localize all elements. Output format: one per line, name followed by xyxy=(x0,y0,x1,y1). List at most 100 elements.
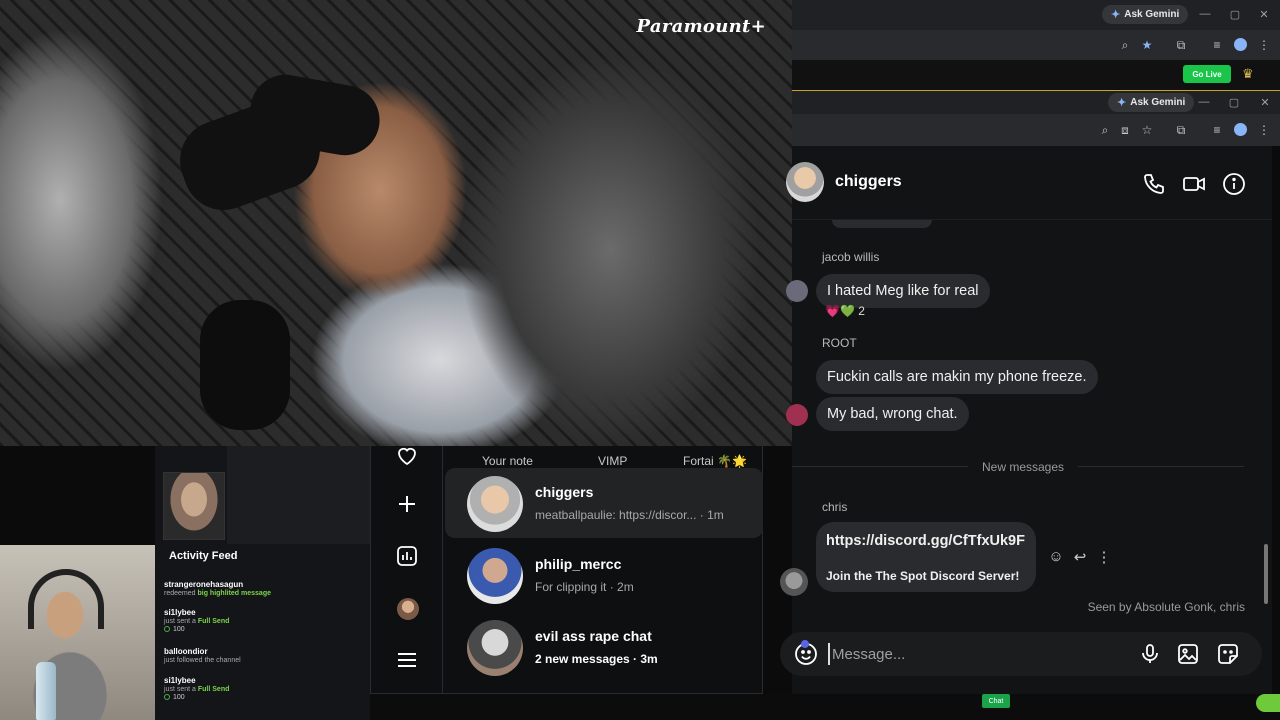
note-label[interactable]: VIMP xyxy=(598,454,627,468)
note-label[interactable]: Fortai 🌴🌟 xyxy=(683,454,747,468)
message-bubble[interactable]: Fuckin calls are makin my phone freeze. xyxy=(816,360,1098,394)
reply-icon[interactable]: ↩ xyxy=(1071,548,1089,566)
minimize-icon[interactable]: — xyxy=(1196,96,1212,108)
feed-action: just sent a xyxy=(164,686,196,693)
message-input[interactable] xyxy=(828,643,1128,665)
chat-tab[interactable]: Chat xyxy=(982,694,1010,708)
inbox-panel: Your note VIMP Fortai 🌴🌟 chiggers meatba… xyxy=(370,444,809,694)
maximize-icon[interactable]: ▢ xyxy=(1227,8,1243,21)
plus-icon[interactable] xyxy=(395,492,419,516)
extensions-icon[interactable]: ⧉ xyxy=(1174,38,1188,52)
contact-avatar[interactable] xyxy=(786,162,824,202)
contact-name[interactable]: chiggers xyxy=(835,173,902,191)
more-options-icon[interactable]: ⋮ xyxy=(1095,548,1113,566)
feed-user: si1lybee xyxy=(164,608,196,617)
react-emoji-icon[interactable]: ☺ xyxy=(1047,548,1065,566)
note-label[interactable]: Your note xyxy=(482,454,533,468)
feed-highlight: Full Send xyxy=(197,618,230,625)
message-bubble[interactable]: I hated Meg like for real xyxy=(816,274,990,308)
video-call-icon[interactable] xyxy=(1182,172,1206,196)
message-sender: jacob willis xyxy=(822,250,880,264)
link-url[interactable]: https://discord.gg/CfTfxUk9F xyxy=(826,533,1025,549)
feed-item: si1lybee just sent a Full Send 100 xyxy=(164,676,364,701)
close-icon[interactable]: ✕ xyxy=(1257,96,1273,109)
message-sender: ROOT xyxy=(822,336,857,350)
sender-avatar[interactable] xyxy=(786,280,808,302)
message-bubble[interactable]: My bad, wrong chat. xyxy=(816,397,969,431)
chat-scrollbar[interactable] xyxy=(1264,544,1268,604)
chat-panel: chiggers jacob willis I hated Meg like f… xyxy=(780,146,1272,696)
feed-text: just followed the channel xyxy=(164,657,241,664)
media-icon[interactable]: ≡ xyxy=(1210,123,1224,137)
taskbar-strip: Chat xyxy=(370,694,1280,720)
menu-icon[interactable] xyxy=(395,648,419,672)
status-indicator xyxy=(1256,694,1280,712)
profile-avatar[interactable] xyxy=(397,598,419,620)
seen-by-receipt: Seen by Absolute Gonk, chris xyxy=(1087,600,1245,614)
microphone-icon[interactable] xyxy=(1138,642,1162,666)
feed-action: redeemed xyxy=(164,590,196,597)
mini-screen-preview xyxy=(227,446,370,544)
video-player[interactable]: Paramount+ xyxy=(0,0,792,446)
feed-user: balloondior xyxy=(164,647,208,656)
thread-item[interactable]: philip_mercc For clipping it · 2m xyxy=(445,540,763,610)
image-icon[interactable] xyxy=(1176,642,1200,666)
feed-item: strangeronehasagun redeemed big highlite… xyxy=(164,580,364,597)
paramount-logo: Paramount+ xyxy=(636,16,766,37)
more-menu-icon[interactable]: ⋮ xyxy=(1257,123,1271,137)
feed-user: strangeronehasagun xyxy=(164,580,244,589)
profile-icon[interactable] xyxy=(1234,123,1247,136)
media-icon[interactable]: ≡ xyxy=(1210,38,1224,52)
ask-gemini-button[interactable]: ✦ Ask Gemini xyxy=(1102,5,1189,24)
stream-overlay: Activity Feed strangeronehasagun redeeme… xyxy=(155,446,370,720)
link-preview-bubble[interactable]: https://discord.gg/CfTfxUk9F Join the Th… xyxy=(816,522,1036,592)
previous-bubble-edge xyxy=(832,220,932,228)
feed-user: si1lybee xyxy=(164,676,196,685)
ask-gemini-button[interactable]: ✦ Ask Gemini xyxy=(1108,93,1195,112)
thread-avatar xyxy=(467,548,523,604)
phone-call-icon[interactable] xyxy=(1142,172,1166,196)
close-icon[interactable]: ✕ xyxy=(1256,8,1272,21)
profile-icon[interactable] xyxy=(1234,38,1247,51)
more-menu-icon[interactable]: ⋮ xyxy=(1257,38,1271,52)
go-live-button[interactable]: Go Live xyxy=(1183,65,1231,83)
thread-item[interactable]: evil ass rape chat 2 new messages · 3m xyxy=(445,612,809,682)
feed-action: just sent a xyxy=(164,618,196,625)
info-icon[interactable] xyxy=(1222,172,1246,196)
water-bottle-shape xyxy=(36,662,56,720)
feed-amount: 100 xyxy=(164,694,364,701)
feed-amount-value: 100 xyxy=(173,626,185,633)
unread-indicator xyxy=(801,640,809,648)
feed-highlight: Full Send xyxy=(197,686,230,693)
feed-amount-value: 100 xyxy=(173,694,185,701)
sticker-icon[interactable] xyxy=(1216,642,1240,666)
insights-icon[interactable] xyxy=(395,544,419,568)
thread-avatar xyxy=(467,620,523,676)
video-frame-glove xyxy=(200,300,290,430)
thread-name: philip_mercc xyxy=(535,556,622,572)
link-description[interactable]: Join the The Spot Discord Server! xyxy=(826,569,1019,583)
sender-avatar[interactable] xyxy=(786,404,808,426)
headset-shape xyxy=(28,569,104,629)
zoom-icon[interactable]: ⌕ xyxy=(1098,123,1112,137)
ask-gemini-label: Ask Gemini xyxy=(1130,97,1186,108)
bookmark-star-icon[interactable]: ★ xyxy=(1140,38,1154,52)
minimize-icon[interactable]: — xyxy=(1197,8,1213,20)
ask-gemini-label: Ask Gemini xyxy=(1124,9,1180,20)
bookmark-star-icon[interactable]: ☆ xyxy=(1140,123,1154,137)
browser-titlebar: ✦ Ask Gemini — ▢ ✕ xyxy=(792,0,1280,30)
maximize-icon[interactable]: ▢ xyxy=(1226,96,1242,109)
message-reactions[interactable]: 💗💚 2 xyxy=(825,304,865,318)
message-sender: chris xyxy=(822,500,848,514)
sender-avatar[interactable] xyxy=(780,568,808,596)
thread-preview: 2 new messages · 3m xyxy=(535,652,658,666)
thread-item[interactable]: chiggers meatballpaulie: https://discor.… xyxy=(445,468,763,538)
zoom-icon[interactable]: ⌕ xyxy=(1118,38,1132,52)
activity-feed-title: Activity Feed xyxy=(169,550,238,562)
coin-icon xyxy=(164,694,170,701)
thread-name: chiggers xyxy=(535,484,594,500)
heart-icon[interactable] xyxy=(395,444,419,468)
install-app-icon[interactable]: ⧈ xyxy=(1118,123,1132,137)
feed-text: just sent a Full Send xyxy=(164,686,364,693)
extensions-icon[interactable]: ⧉ xyxy=(1174,123,1188,137)
